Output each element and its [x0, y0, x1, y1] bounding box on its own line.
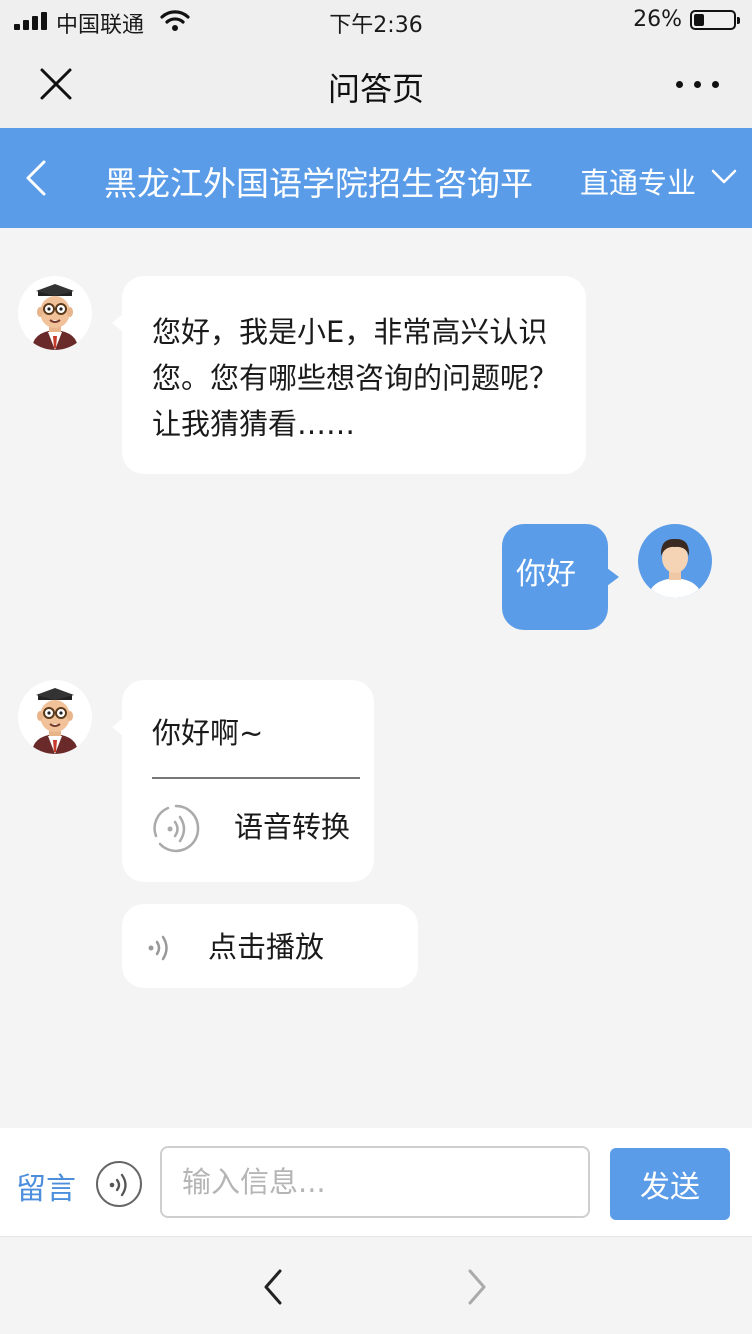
voice-input-button[interactable] — [96, 1161, 142, 1207]
chevron-left-icon[interactable] — [256, 1265, 292, 1309]
more-icon[interactable] — [674, 70, 722, 98]
close-icon[interactable] — [34, 62, 78, 106]
chat-area[interactable]: 您好，我是小E，非常高兴认识您。您有哪些想咨询的问题呢？让我猜猜看…… 你好 你… — [0, 228, 752, 1128]
bot-message-bubble: 你好啊~ 语音转换 — [112, 680, 374, 882]
send-button[interactable]: 发送 — [610, 1148, 730, 1220]
page-title: 问答页 — [327, 70, 424, 108]
battery-level-fill — [694, 14, 704, 26]
browser-toolbar — [0, 1236, 752, 1334]
microphone-wave-icon — [109, 1173, 127, 1197]
professor-icon — [32, 284, 78, 350]
bot-avatar — [18, 680, 92, 754]
leave-message-link[interactable]: 留言 — [16, 1164, 76, 1208]
battery-percent: 26% — [633, 7, 682, 32]
voice-convert-icon — [153, 804, 200, 853]
chevron-down-icon — [711, 169, 737, 184]
voice-convert-button[interactable]: 语音转换 — [148, 798, 368, 858]
sound-wave-icon — [148, 935, 168, 961]
voice-convert-label: 语音转换 — [234, 810, 351, 844]
bot-message-text: 你好啊~ — [152, 716, 264, 750]
user-message-text: 你好 — [516, 557, 576, 592]
input-bar: 留言 发送 — [0, 1128, 752, 1236]
user-avatar — [638, 524, 712, 598]
status-bar: 中国联通 下午2:36 26% — [0, 0, 752, 40]
user-icon — [648, 538, 702, 598]
header-title: 黑龙江外国语学院招生咨询平 — [104, 164, 533, 203]
bot-message-text: 您好，我是小E，非常高兴认识您。您有哪些想咨询的问题呢？让我猜猜看…… — [152, 315, 559, 441]
user-message-bubble: 你好 — [502, 524, 619, 630]
bot-avatar — [18, 276, 92, 350]
bubble-divider — [152, 777, 360, 779]
chevron-right-icon[interactable] — [458, 1265, 494, 1309]
professor-icon — [32, 688, 78, 754]
bot-message-bubble: 您好，我是小E，非常高兴认识您。您有哪些想咨询的问题呢？让我猜猜看…… — [112, 276, 586, 474]
chevron-left-icon[interactable] — [20, 158, 52, 198]
message-input[interactable] — [160, 1146, 590, 1218]
play-audio-bubble[interactable]: 点击播放 — [122, 904, 418, 988]
direct-major-label: 直通专业 — [580, 166, 697, 200]
battery-icon — [690, 10, 740, 30]
chat-header: 黑龙江外国语学院招生咨询平 直通专业 — [0, 128, 752, 228]
play-audio-label: 点击播放 — [208, 930, 325, 964]
direct-major-dropdown[interactable]: 直通专业 — [580, 160, 737, 202]
top-nav-bar: 问答页 — [0, 40, 752, 128]
